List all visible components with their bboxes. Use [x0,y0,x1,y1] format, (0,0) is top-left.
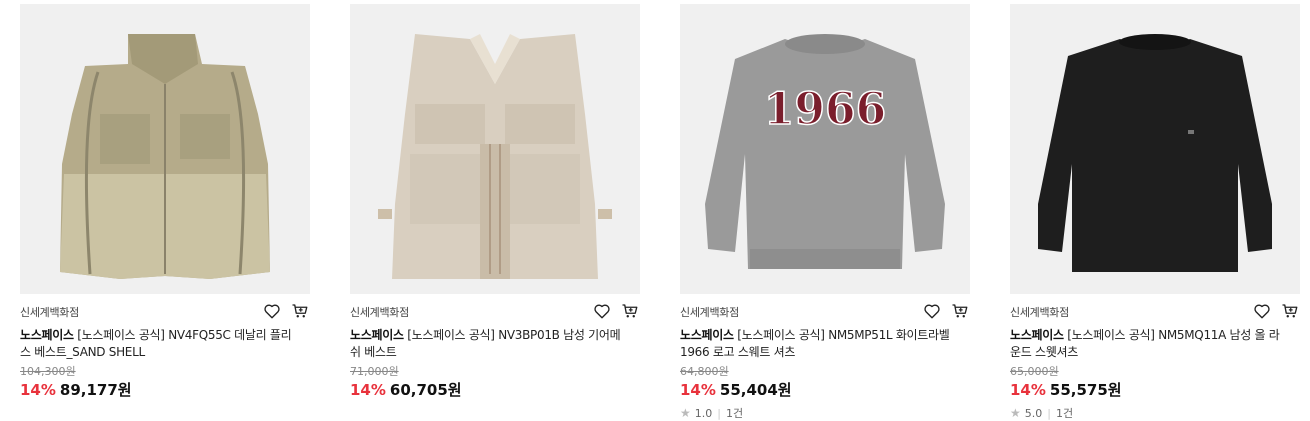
original-price: 64,800원 [680,365,729,378]
fleece-vest-image [60,34,270,279]
original-price: 104,300원 [20,365,76,378]
product-title[interactable]: 노스페이스 [노스페이스 공식] NM5MQ11A 남성 올 라운드 스웻셔츠 [1010,327,1288,361]
cart-icon[interactable] [620,301,640,321]
heart-icon[interactable] [592,301,612,321]
product-image[interactable] [350,4,640,294]
star-icon: ★ [680,406,691,420]
product-title[interactable]: 노스페이스 [노스페이스 공식] NM5MP51L 화이트라벨 1966 로고 … [680,327,958,361]
product-image[interactable] [20,4,310,294]
discount-rate: 14% [20,381,56,399]
product-card[interactable]: 신세계백화점 노스페이스 [노스페이스 공식] NV4FQ55C 데날리 플리스… [20,4,310,399]
review-count: 1건 [725,407,744,420]
heart-icon[interactable] [922,301,942,321]
cart-icon[interactable] [1280,301,1300,321]
star-icon: ★ [1010,406,1021,420]
heart-icon[interactable] [262,301,282,321]
store-name: 신세계백화점 [20,306,79,319]
rating-score: 1.0 [694,406,713,420]
sale-price: 60,705원 [389,381,462,399]
mesh-vest-image [378,34,612,279]
discount-rate: 14% [680,381,716,399]
brand-name: 노스페이스 [1010,328,1064,342]
brand-name: 노스페이스 [350,328,404,342]
discount-rate: 14% [1010,381,1046,399]
store-name: 신세계백화점 [350,306,409,319]
divider: | [717,406,721,420]
product-image[interactable]: 1966 [680,4,970,294]
original-price: 65,000원 [1010,365,1059,378]
rating-score: 5.0 [1024,406,1043,420]
store-name: 신세계백화점 [1010,306,1069,319]
review-count: 1건 [1055,407,1074,420]
brand-name: 노스페이스 [20,328,74,342]
cart-icon[interactable] [290,301,310,321]
divider: | [1047,406,1051,420]
product-image[interactable] [1010,4,1300,294]
black-sweatshirt-image [1038,34,1272,272]
product-title[interactable]: 노스페이스 [노스페이스 공식] NV4FQ55C 데날리 플리스 베스트_SA… [20,327,298,361]
sweatshirt-image: 1966 [705,34,945,269]
sale-price: 89,177원 [59,381,132,399]
rating-summary: ★ 1.0 | 1건 [680,405,743,421]
sale-price: 55,404원 [719,381,792,399]
product-card[interactable]: 신세계백화점 노스페이스 [노스페이스 공식] NV3BP01B 남성 기어메쉬… [350,4,640,399]
brand-name: 노스페이스 [680,328,734,342]
cart-icon[interactable] [950,301,970,321]
product-card[interactable]: 신세계백화점 노스페이스 [노스페이스 공식] NM5MQ11A 남성 올 라운… [1010,4,1300,420]
original-price: 71,000원 [350,365,399,378]
sale-price: 55,575원 [1049,381,1122,399]
heart-icon[interactable] [1252,301,1272,321]
graphic-number: 1966 [764,84,886,135]
store-name: 신세계백화점 [680,306,739,319]
rating-summary: ★ 5.0 | 1건 [1010,405,1073,421]
product-card[interactable]: 1966 신세계백화점 노스페이스 [노스페이스 공식] NM5MP51L 화이… [680,4,970,420]
product-title[interactable]: 노스페이스 [노스페이스 공식] NV3BP01B 남성 기어메쉬 베스트 [350,327,628,361]
discount-rate: 14% [350,381,386,399]
